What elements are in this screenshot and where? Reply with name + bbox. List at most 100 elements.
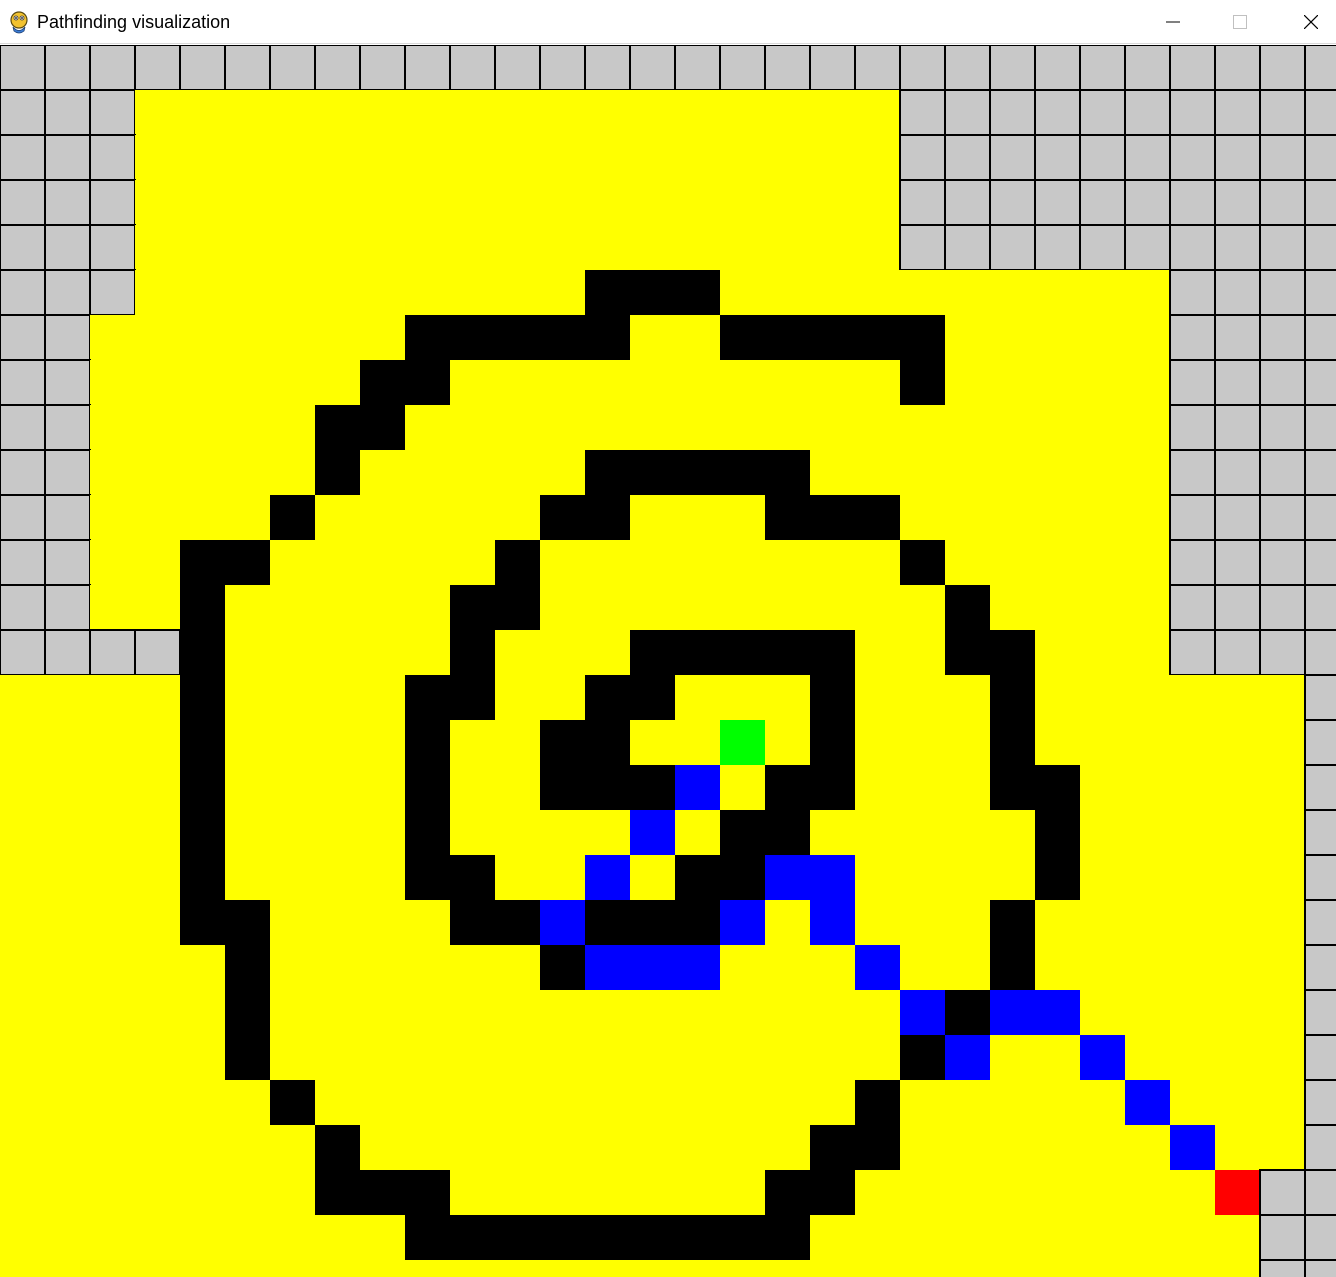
visited-cell[interactable] — [495, 1080, 540, 1125]
wall-cell[interactable] — [990, 765, 1035, 810]
unvisited-cell[interactable] — [1169, 359, 1216, 406]
unvisited-cell[interactable] — [0, 179, 46, 226]
wall-cell[interactable] — [765, 1170, 810, 1215]
visited-cell[interactable] — [90, 765, 135, 810]
visited-cell[interactable] — [270, 405, 315, 450]
unvisited-cell[interactable] — [1259, 89, 1306, 136]
unvisited-cell[interactable] — [1304, 224, 1336, 271]
visited-cell[interactable] — [135, 360, 180, 405]
visited-cell[interactable] — [135, 450, 180, 495]
unvisited-cell[interactable] — [89, 89, 136, 136]
unvisited-cell[interactable] — [494, 45, 541, 91]
visited-cell[interactable] — [990, 540, 1035, 585]
visited-cell[interactable] — [360, 1260, 405, 1277]
visited-cell[interactable] — [1170, 720, 1215, 765]
unvisited-cell[interactable] — [1079, 45, 1126, 91]
visited-cell[interactable] — [450, 225, 495, 270]
visited-cell[interactable] — [135, 405, 180, 450]
unvisited-cell[interactable] — [0, 134, 46, 181]
visited-cell[interactable] — [990, 315, 1035, 360]
visited-cell[interactable] — [900, 900, 945, 945]
unvisited-cell[interactable] — [1034, 134, 1081, 181]
unvisited-cell[interactable] — [1034, 89, 1081, 136]
visited-cell[interactable] — [1215, 1215, 1260, 1260]
visited-cell[interactable] — [1260, 720, 1305, 765]
visited-cell[interactable] — [900, 270, 945, 315]
wall-cell[interactable] — [765, 810, 810, 855]
visited-cell[interactable] — [405, 450, 450, 495]
wall-cell[interactable] — [945, 585, 990, 630]
visited-cell[interactable] — [90, 720, 135, 765]
visited-cell[interactable] — [1080, 630, 1125, 675]
visited-cell[interactable] — [180, 945, 225, 990]
start-node[interactable] — [720, 720, 765, 765]
visited-cell[interactable] — [1035, 360, 1080, 405]
visited-cell[interactable] — [450, 1080, 495, 1125]
wall-cell[interactable] — [180, 540, 225, 585]
visited-cell[interactable] — [630, 315, 675, 360]
wall-cell[interactable] — [585, 1215, 630, 1260]
unvisited-cell[interactable] — [1259, 359, 1306, 406]
unvisited-cell[interactable] — [89, 179, 136, 226]
visited-cell[interactable] — [1170, 990, 1215, 1035]
unvisited-cell[interactable] — [1304, 45, 1336, 91]
visited-cell[interactable] — [315, 1215, 360, 1260]
visited-cell[interactable] — [1125, 1260, 1170, 1277]
visited-cell[interactable] — [1080, 360, 1125, 405]
visited-cell[interactable] — [270, 1035, 315, 1080]
visited-cell[interactable] — [180, 990, 225, 1035]
visited-cell[interactable] — [0, 1170, 45, 1215]
visited-cell[interactable] — [720, 540, 765, 585]
visited-cell[interactable] — [720, 135, 765, 180]
visited-cell[interactable] — [900, 675, 945, 720]
visited-cell[interactable] — [585, 360, 630, 405]
visited-cell[interactable] — [1080, 1125, 1125, 1170]
visited-cell[interactable] — [810, 540, 855, 585]
visited-cell[interactable] — [855, 270, 900, 315]
visited-cell[interactable] — [450, 945, 495, 990]
wall-cell[interactable] — [450, 315, 495, 360]
wall-cell[interactable] — [585, 900, 630, 945]
visited-cell[interactable] — [1125, 270, 1170, 315]
visited-cell[interactable] — [1080, 405, 1125, 450]
wall-cell[interactable] — [540, 1215, 585, 1260]
unvisited-cell[interactable] — [539, 45, 586, 91]
visited-cell[interactable] — [720, 945, 765, 990]
unvisited-cell[interactable] — [629, 45, 676, 91]
wall-cell[interactable] — [810, 720, 855, 765]
unvisited-cell[interactable] — [809, 45, 856, 91]
visited-cell[interactable] — [540, 855, 585, 900]
unvisited-cell[interactable] — [44, 314, 91, 361]
unvisited-cell[interactable] — [1169, 449, 1216, 496]
path-cell[interactable] — [765, 855, 810, 900]
visited-cell[interactable] — [945, 945, 990, 990]
wall-cell[interactable] — [720, 1215, 765, 1260]
visited-cell[interactable] — [270, 180, 315, 225]
visited-cell[interactable] — [225, 405, 270, 450]
visited-cell[interactable] — [945, 855, 990, 900]
visited-cell[interactable] — [675, 990, 720, 1035]
visited-cell[interactable] — [180, 360, 225, 405]
visited-cell[interactable] — [1215, 720, 1260, 765]
visited-cell[interactable] — [1035, 1035, 1080, 1080]
unvisited-cell[interactable] — [224, 45, 271, 91]
visited-cell[interactable] — [225, 630, 270, 675]
visited-cell[interactable] — [720, 765, 765, 810]
unvisited-cell[interactable] — [1304, 1259, 1336, 1277]
visited-cell[interactable] — [540, 225, 585, 270]
unvisited-cell[interactable] — [89, 269, 136, 316]
wall-cell[interactable] — [630, 270, 675, 315]
visited-cell[interactable] — [1260, 1035, 1305, 1080]
visited-cell[interactable] — [225, 855, 270, 900]
unvisited-cell[interactable] — [1214, 224, 1261, 271]
visited-cell[interactable] — [450, 90, 495, 135]
visited-cell[interactable] — [90, 360, 135, 405]
visited-cell[interactable] — [495, 990, 540, 1035]
visited-cell[interactable] — [180, 270, 225, 315]
visited-cell[interactable] — [810, 270, 855, 315]
visited-cell[interactable] — [450, 495, 495, 540]
visited-cell[interactable] — [225, 315, 270, 360]
visited-cell[interactable] — [495, 495, 540, 540]
wall-cell[interactable] — [585, 675, 630, 720]
visited-cell[interactable] — [180, 450, 225, 495]
